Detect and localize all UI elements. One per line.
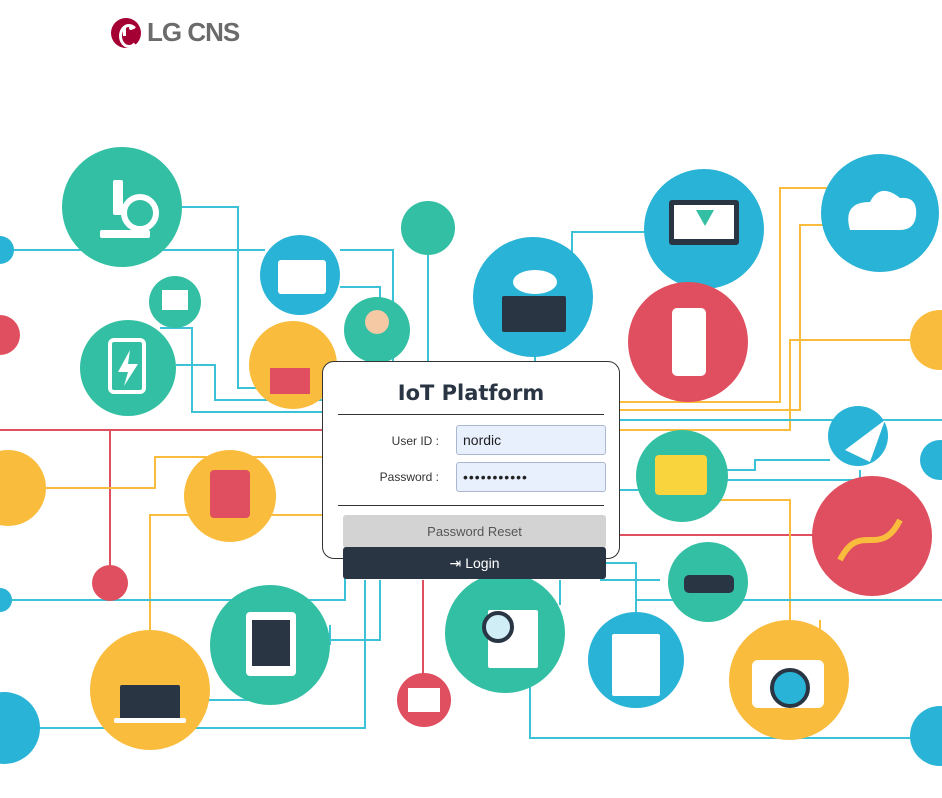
- login-button[interactable]: ⇥ Login: [343, 547, 606, 579]
- brand-name: LG CNS: [147, 17, 240, 47]
- login-button-label: Login: [465, 555, 500, 571]
- sign-in-icon: ⇥: [449, 554, 462, 571]
- password-input[interactable]: [456, 462, 606, 492]
- userid-input[interactable]: [456, 425, 606, 455]
- title-divider: [338, 414, 604, 415]
- password-reset-button[interactable]: Password Reset: [343, 515, 606, 548]
- brand-logo: LG CNS: [111, 17, 240, 48]
- userid-label: User ID :: [391, 434, 439, 448]
- password-label: Password :: [379, 470, 439, 484]
- lg-logo-icon: [111, 17, 141, 48]
- login-panel: IoT Platform User ID : Password : Passwo…: [322, 361, 620, 559]
- form-divider: [338, 505, 604, 506]
- page-title: IoT Platform: [397, 381, 545, 405]
